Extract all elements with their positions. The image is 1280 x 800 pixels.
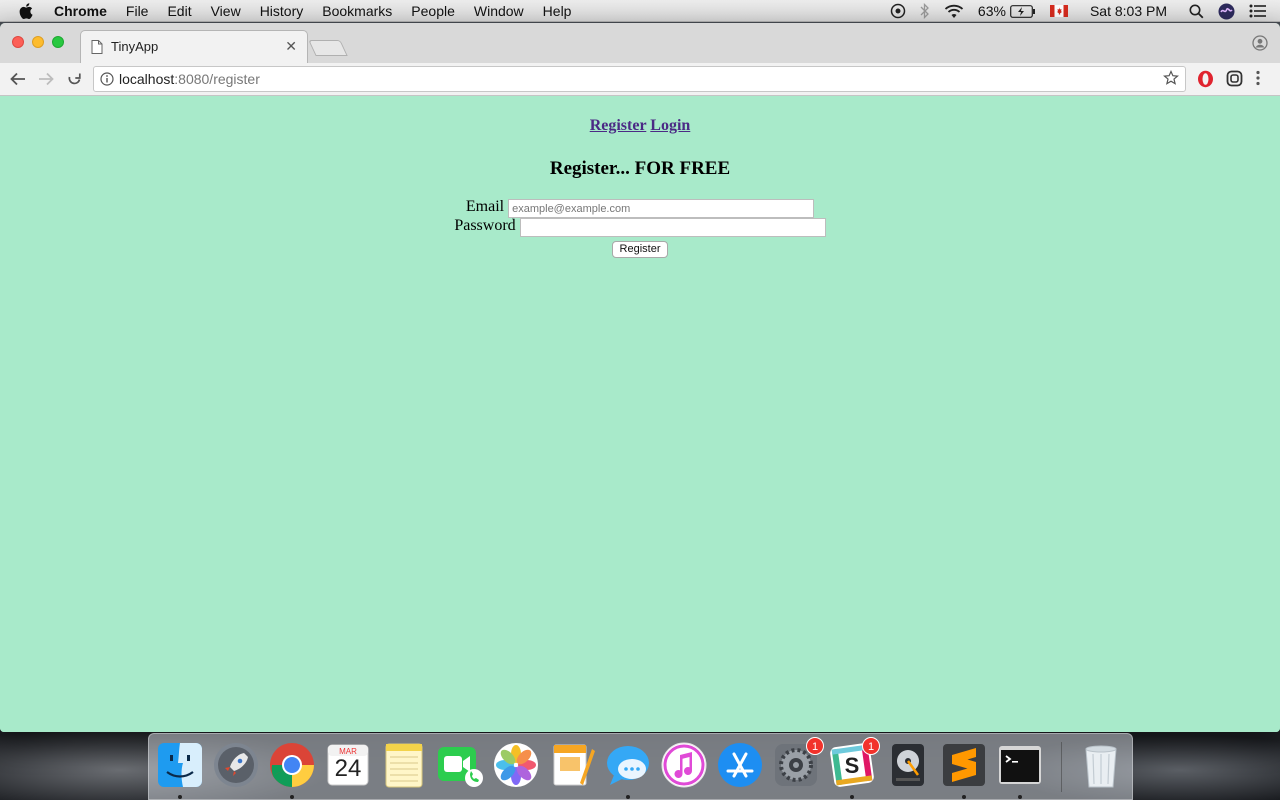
password-row: Password xyxy=(0,217,1280,237)
dock-separator xyxy=(1061,742,1062,792)
email-row: Email xyxy=(0,198,1280,218)
menu-app-name[interactable]: Chrome xyxy=(54,0,107,22)
battery-percent[interactable]: 63% xyxy=(978,3,1006,19)
reload-icon[interactable] xyxy=(65,70,83,88)
menu-bar: Chrome File Edit View History Bookmarks … xyxy=(0,0,1280,22)
browser-toolbar: localhost:8080/register xyxy=(0,63,1280,96)
menu-history[interactable]: History xyxy=(260,0,304,22)
terminal-icon[interactable] xyxy=(996,741,1044,799)
browser-window: TinyApp ✕ localhost:8080/register Regist… xyxy=(0,23,1280,732)
running-indicator xyxy=(626,795,630,799)
page-content: Register Login Register... FOR FREE Emai… xyxy=(0,97,1280,732)
email-field[interactable] xyxy=(508,199,815,218)
menu-window[interactable]: Window xyxy=(474,0,524,22)
menu-view[interactable]: View xyxy=(211,0,241,22)
page-title: Register... FOR FREE xyxy=(549,158,731,179)
new-tab-button[interactable] xyxy=(308,40,348,56)
notes-icon[interactable] xyxy=(380,741,428,789)
clock[interactable]: Sat 8:03 PM xyxy=(1090,3,1167,19)
running-indicator xyxy=(850,795,854,799)
notification-badge: 1 xyxy=(806,737,824,755)
url-text[interactable]: localhost:8080/register xyxy=(119,71,260,87)
notification-center-icon[interactable] xyxy=(1249,4,1267,18)
forward-arrow-icon[interactable] xyxy=(37,70,55,88)
dock: MAR 24 1 S 1 xyxy=(148,733,1133,800)
tab-close-icon[interactable]: ✕ xyxy=(285,38,297,55)
itunes-icon[interactable] xyxy=(660,741,708,789)
tab-title: TinyApp xyxy=(111,39,159,54)
opera-extension-icon[interactable] xyxy=(1197,70,1214,88)
running-indicator xyxy=(1018,795,1022,799)
profile-icon[interactable] xyxy=(1252,35,1268,56)
trash-icon[interactable] xyxy=(1077,741,1125,789)
login-link[interactable]: Login xyxy=(650,117,690,134)
calendar-icon[interactable]: MAR 24 xyxy=(324,741,372,789)
running-indicator xyxy=(178,795,182,799)
chrome-menu-icon[interactable] xyxy=(1256,70,1260,86)
menu-edit[interactable]: Edit xyxy=(167,0,191,22)
top-nav: Register Login xyxy=(0,117,1280,135)
app-store-icon[interactable] xyxy=(716,741,764,789)
address-bar[interactable]: localhost:8080/register xyxy=(93,66,1186,92)
messages-icon[interactable] xyxy=(604,741,652,799)
bookmark-star-icon[interactable] xyxy=(1163,70,1179,91)
menu-people[interactable]: People xyxy=(411,0,455,22)
tab-strip: TinyApp ✕ xyxy=(0,23,1280,64)
canada-flag-icon[interactable] xyxy=(1049,5,1068,17)
menu-bookmarks[interactable]: Bookmarks xyxy=(322,0,392,22)
vpn-icon[interactable] xyxy=(890,3,906,19)
facetime-icon[interactable] xyxy=(436,741,484,789)
pages-icon[interactable] xyxy=(548,741,596,789)
chrome-icon[interactable] xyxy=(268,741,316,799)
system-preferences-icon[interactable]: 1 xyxy=(772,737,824,789)
apple-menu-icon[interactable] xyxy=(19,2,35,19)
submit-row: Register xyxy=(0,239,1280,258)
window-maximize-button[interactable] xyxy=(52,36,64,48)
back-arrow-icon[interactable] xyxy=(9,70,27,88)
page-favicon-icon xyxy=(91,40,103,59)
svg-text:S: S xyxy=(845,753,860,778)
launchpad-icon[interactable] xyxy=(212,741,260,789)
url-host: localhost xyxy=(119,71,175,87)
notification-badge: 1 xyxy=(862,737,880,755)
running-indicator xyxy=(290,795,294,799)
tab-tinyapp[interactable]: TinyApp ✕ xyxy=(80,30,308,64)
window-minimize-button[interactable] xyxy=(32,36,44,48)
url-path: :8080/register xyxy=(174,71,260,87)
window-close-button[interactable] xyxy=(12,36,24,48)
register-link[interactable]: Register xyxy=(590,117,647,134)
site-info-icon[interactable] xyxy=(100,72,114,91)
bluetooth-icon[interactable] xyxy=(920,3,930,19)
spotlight-search-icon[interactable] xyxy=(1189,4,1204,19)
register-button[interactable]: Register xyxy=(611,240,669,258)
slack-icon[interactable]: S 1 xyxy=(828,737,880,799)
sublime-text-icon[interactable] xyxy=(940,741,988,799)
photos-icon[interactable] xyxy=(492,741,540,789)
calendar-day: 24 xyxy=(334,755,362,782)
password-label: Password xyxy=(454,217,516,234)
extension-icon[interactable] xyxy=(1226,70,1243,87)
siri-icon[interactable] xyxy=(1218,3,1235,20)
battery-charging-icon[interactable] xyxy=(1010,4,1036,18)
disk-utility-icon[interactable] xyxy=(884,741,932,789)
finder-icon[interactable] xyxy=(156,741,204,799)
password-field[interactable] xyxy=(519,218,826,237)
menu-help[interactable]: Help xyxy=(543,0,572,22)
wifi-icon[interactable] xyxy=(944,4,964,19)
email-label: Email xyxy=(465,198,505,215)
running-indicator xyxy=(962,795,966,799)
menu-file[interactable]: File xyxy=(126,0,149,22)
status-area: 63% Sat 8:03 PM xyxy=(890,0,1280,22)
